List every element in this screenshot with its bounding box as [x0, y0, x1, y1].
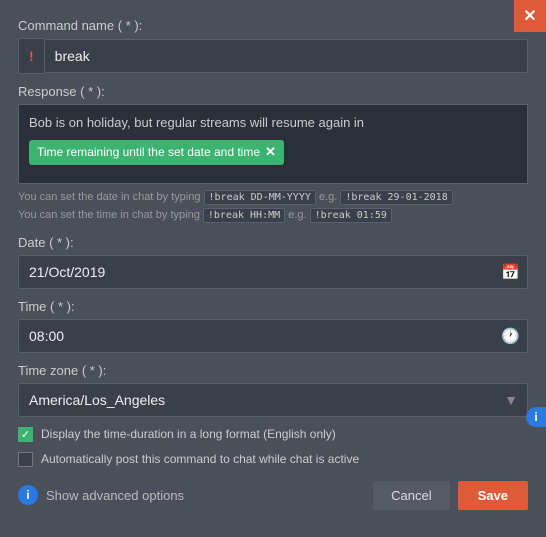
checkbox2-check[interactable]	[18, 452, 33, 467]
hint-time-text: You can set the time in chat by typing	[18, 209, 200, 221]
date-input-wrapper: 📅	[18, 255, 528, 289]
time-token-badge[interactable]: Time remaining until the set date and ti…	[29, 140, 284, 165]
time-input-wrapper: 🕐	[18, 319, 528, 353]
timezone-label: Time zone ( * ):	[18, 363, 528, 378]
footer-right: Cancel Save	[373, 481, 528, 510]
save-button[interactable]: Save	[458, 481, 528, 510]
time-input[interactable]	[18, 319, 528, 353]
checkbox1-row: ✓ Display the time-duration in a long fo…	[18, 427, 528, 442]
close-icon: ✕	[523, 6, 536, 26]
hint-date-eg: e.g.	[319, 191, 337, 203]
side-info-icon[interactable]: i	[526, 407, 546, 427]
close-button[interactable]: ✕	[514, 0, 546, 32]
hint-date-code2: !break 29-01-2018	[340, 190, 452, 205]
checkbox1-check[interactable]: ✓	[18, 427, 33, 442]
command-name-row: !	[18, 38, 528, 74]
show-advanced-label: Show advanced options	[46, 488, 184, 503]
token-label: Time remaining until the set date and ti…	[37, 143, 260, 162]
date-label: Date ( * ):	[18, 235, 528, 250]
checkbox1-label: Display the time-duration in a long form…	[41, 427, 336, 441]
hint-time-code2: !break 01:59	[310, 208, 392, 223]
token-remove-button[interactable]: ✕	[265, 142, 276, 163]
command-prefix: !	[18, 38, 44, 74]
footer-left: i Show advanced options	[18, 485, 184, 505]
checkmark-icon: ✓	[21, 428, 30, 441]
footer: i Show advanced options Cancel Save	[18, 481, 528, 510]
timezone-select-wrapper: America/Los_Angeles America/New_York Eur…	[18, 383, 528, 417]
info-label: i	[26, 488, 29, 502]
hint-date-code1: !break DD-MM-YYYY	[204, 190, 316, 205]
hint-time-eg: e.g.	[288, 209, 306, 221]
checkbox2-row: Automatically post this command to chat …	[18, 452, 528, 467]
timezone-select[interactable]: America/Los_Angeles America/New_York Eur…	[18, 383, 528, 417]
checkbox2-label: Automatically post this command to chat …	[41, 452, 359, 466]
hint-time-code1: !break HH:MM	[203, 208, 285, 223]
response-text: Bob is on holiday, but regular streams w…	[29, 113, 517, 134]
response-area: Bob is on holiday, but regular streams w…	[18, 104, 528, 184]
advanced-info-icon[interactable]: i	[18, 485, 38, 505]
hint-text-area: You can set the date in chat by typing !…	[18, 188, 528, 225]
command-modal: ✕ Command name ( * ): ! Response ( * ): …	[0, 0, 546, 537]
date-input[interactable]	[18, 255, 528, 289]
response-label: Response ( * ):	[18, 84, 528, 99]
side-info-label: i	[534, 410, 537, 424]
time-label: Time ( * ):	[18, 299, 528, 314]
command-name-input[interactable]	[44, 39, 528, 73]
hint-date-text: You can set the date in chat by typing	[18, 191, 200, 203]
cancel-button[interactable]: Cancel	[373, 481, 449, 510]
command-name-label: Command name ( * ):	[18, 18, 528, 33]
